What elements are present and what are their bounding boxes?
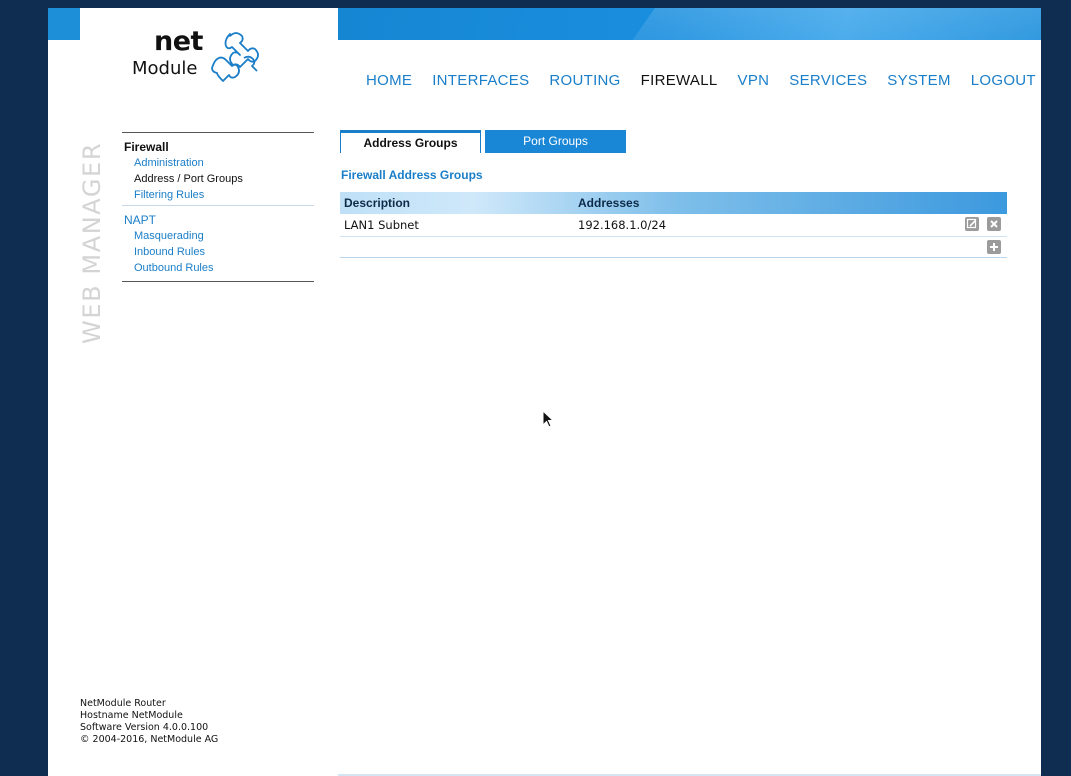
row-actions (957, 217, 1001, 231)
sidebar-item-address-port-groups[interactable]: Address / Port Groups (134, 173, 314, 186)
add-icon[interactable] (987, 240, 1001, 254)
sidebar-item-masquerading[interactable]: Masquerading (134, 230, 314, 243)
page-frame: net Module WEB MANAGER Firewall Administ… (48, 8, 1041, 776)
edit-icon[interactable] (965, 217, 979, 231)
top-navigation: HOME INTERFACES ROUTING FIREWALL VPN SER… (338, 68, 1041, 92)
add-row (340, 237, 1007, 258)
nav-routing[interactable]: ROUTING (549, 72, 620, 89)
sidebar-item-administration[interactable]: Administration (134, 157, 314, 170)
nav-home[interactable]: HOME (366, 72, 412, 89)
logo-word-net: net (154, 26, 203, 57)
sidebar-divider (122, 205, 314, 206)
sidebar-divider (122, 132, 314, 133)
footer-hostname: Hostname NetModule (80, 710, 183, 721)
left-panel: net Module WEB MANAGER Firewall Administ… (48, 8, 338, 776)
nav-logout[interactable]: LOGOUT (971, 72, 1036, 89)
sidebar-section-firewall[interactable]: Firewall (124, 140, 314, 154)
header-banner (338, 8, 1041, 40)
cell-addresses: 192.168.1.0/24 (578, 218, 667, 232)
header-accent-strip (48, 8, 80, 40)
footer-product: NetModule Router (80, 698, 166, 709)
sidebar-item-filtering-rules[interactable]: Filtering Rules (134, 189, 314, 202)
sidebar-nav: Firewall Administration Address / Port G… (122, 132, 314, 282)
header-gloss (598, 8, 1041, 40)
side-title-text: WEB MANAGER (78, 141, 106, 344)
nav-firewall[interactable]: FIREWALL (641, 72, 718, 89)
nav-vpn[interactable]: VPN (738, 72, 770, 89)
nav-interfaces[interactable]: INTERFACES (432, 72, 529, 89)
group-tabs: Address Groups Port Groups (340, 130, 626, 154)
column-header-description: Description (344, 196, 411, 210)
delete-icon[interactable] (987, 217, 1001, 231)
sidebar-item-outbound-rules[interactable]: Outbound Rules (134, 262, 314, 275)
nav-system[interactable]: SYSTEM (887, 72, 950, 89)
tab-port-groups[interactable]: Port Groups (485, 130, 626, 153)
cell-description: LAN1 Subnet (344, 218, 419, 232)
column-header-addresses: Addresses (578, 196, 640, 210)
address-groups-table: Description Addresses LAN1 Subnet 192.16… (340, 192, 1007, 258)
device-info-footer: NetModule Router Hostname NetModule Soft… (80, 698, 218, 746)
netmodule-logo[interactable]: net Module (130, 26, 270, 86)
tab-address-groups[interactable]: Address Groups (340, 130, 481, 153)
table-row: LAN1 Subnet 192.168.1.0/24 (340, 214, 1007, 237)
nav-services[interactable]: SERVICES (789, 72, 867, 89)
mouse-pointer-icon (542, 410, 555, 428)
web-manager-side-title: WEB MANAGER (76, 130, 106, 350)
footer-software-version: Software Version 4.0.0.100 (80, 722, 209, 733)
table-header: Description Addresses (340, 192, 1007, 214)
footer-copyright: © 2004-2016, NetModule AG (80, 734, 219, 745)
logo-word-module: Module (132, 58, 198, 79)
sidebar-section-napt[interactable]: NAPT (124, 213, 314, 227)
puzzle-logo-icon (211, 32, 259, 82)
sidebar-divider (122, 281, 314, 282)
page-title: Firewall Address Groups (341, 168, 483, 182)
sidebar-item-inbound-rules[interactable]: Inbound Rules (134, 246, 314, 259)
